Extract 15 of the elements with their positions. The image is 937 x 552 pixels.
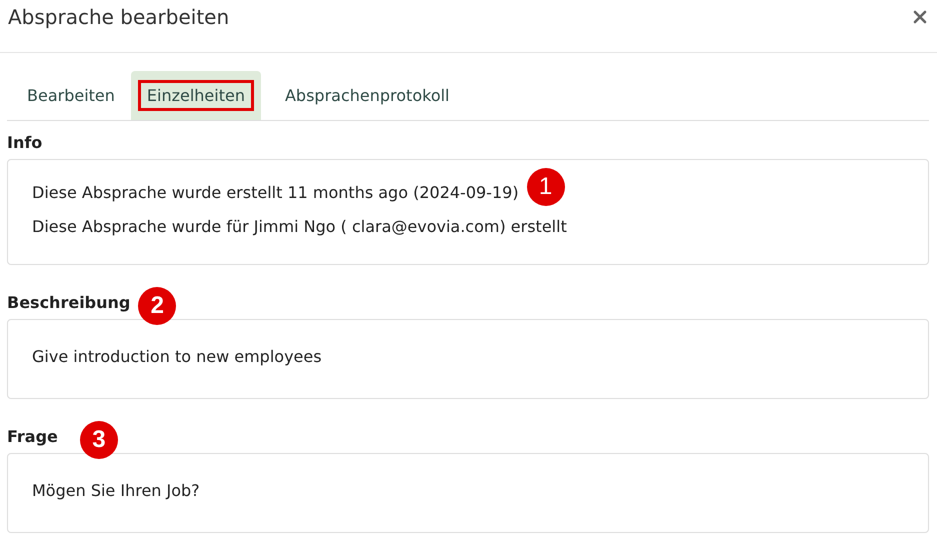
section-label: Beschreibung — [7, 292, 130, 312]
number-marker: 2 — [138, 287, 176, 325]
tab[interactable]: Einzelheiten — [130, 71, 261, 120]
tab[interactable]: Absprachenprotokoll — [268, 71, 466, 120]
text-line: Diese Absprache wurde für Jimmi Ngo ( clara@evovia.com) erstellt — [32, 216, 567, 238]
text-line: Mögen Sie Ihren Job? — [32, 480, 200, 502]
section-label: Info — [7, 132, 42, 152]
number-marker: 1 — [526, 168, 565, 206]
section-label: Frage — [7, 426, 58, 446]
text-line: Give introduction to new employees — [32, 346, 322, 368]
tab[interactable]: Bearbeiten — [11, 71, 131, 120]
number-marker: 3 — [80, 421, 118, 459]
text-line: Diese Absprache wurde erstellt 11 months ago (2024-09-19) — [32, 182, 519, 204]
dialog-title: Absprache bearbeiten — [8, 5, 230, 29]
close-icon[interactable] — [913, 10, 927, 24]
